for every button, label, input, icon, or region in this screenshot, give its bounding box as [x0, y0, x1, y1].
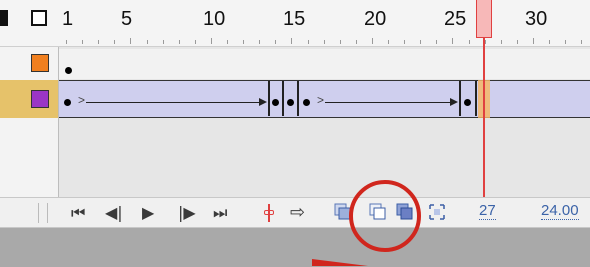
- ruler-tick: [178, 40, 180, 44]
- loop-icon[interactable]: ⇨: [290, 202, 305, 224]
- ruler-tick: [355, 40, 357, 44]
- ruler-tick: [581, 40, 583, 44]
- keyframe-dot[interactable]: [464, 99, 471, 106]
- keyframe-dot[interactable]: [303, 99, 310, 106]
- ruler-tick: [82, 40, 84, 44]
- tween-arrow-icon: [450, 98, 458, 106]
- resize-grip[interactable]: [38, 203, 48, 223]
- ruler-label-25: 25: [444, 8, 467, 30]
- scroll-handle[interactable]: [0, 10, 8, 26]
- playhead-handle[interactable]: [476, 0, 492, 38]
- layer-row-2-frames[interactable]: > >: [59, 80, 590, 118]
- ruler-tick: [549, 40, 550, 44]
- tween-marker-icon: >: [317, 93, 325, 107]
- keyframe-dot[interactable]: [287, 99, 294, 106]
- frame-divider: [475, 81, 477, 116]
- ruler-label-30: 30: [525, 8, 548, 30]
- ruler-tick: [516, 40, 518, 44]
- outline-toggle-icon[interactable]: [31, 10, 47, 26]
- tween-arrow-icon: [259, 98, 267, 106]
- frame-divider: [459, 81, 461, 116]
- ruler-tick: [291, 38, 293, 44]
- ruler-tick: [388, 40, 389, 44]
- modify-markers-icon[interactable]: [428, 203, 446, 221]
- ruler-tick: [532, 38, 534, 44]
- keyframe-dot[interactable]: [65, 67, 72, 74]
- ruler-tick: [243, 40, 245, 44]
- layer-row-1-frames[interactable]: [59, 49, 590, 79]
- ruler-tick: [500, 40, 502, 44]
- ruler-tick: [436, 40, 438, 44]
- timeline-toolbar: ⏮ ◀︎| ▶ |▶ ⏭ ⇨ 27 24.00: [0, 197, 590, 228]
- ruler-tick: [98, 40, 100, 44]
- ruler-tick: [275, 40, 277, 44]
- ruler-tick: [420, 40, 422, 44]
- center-frame-icon-cap: [264, 210, 274, 215]
- keyframe-dot[interactable]: [272, 99, 279, 106]
- tween-line: [325, 102, 452, 103]
- ruler-tick: [307, 40, 309, 44]
- ruler-label-15: 15: [283, 8, 306, 30]
- ruler-tick: [339, 40, 341, 44]
- ruler-tick: [146, 40, 148, 44]
- ruler-tick: [452, 38, 454, 44]
- ruler-tick: [162, 40, 164, 44]
- ruler-tick: [323, 40, 325, 44]
- selected-layer-row[interactable]: [0, 80, 58, 118]
- ruler-label-1: 1: [62, 8, 74, 30]
- tween-marker-icon: >: [78, 93, 86, 107]
- frame-divider: [297, 81, 299, 116]
- play-icon[interactable]: ▶: [142, 202, 154, 224]
- go-to-last-frame-icon[interactable]: ⏭: [213, 202, 227, 224]
- current-frame-field[interactable]: 27: [479, 202, 496, 220]
- frame-divider: [268, 81, 270, 116]
- ruler-tick: [194, 40, 196, 44]
- ruler-tick: [565, 40, 567, 44]
- ruler-tick: [371, 38, 373, 44]
- ruler-tick: [404, 40, 406, 44]
- stage-bottom-bar: [0, 228, 590, 267]
- ruler-label-20: 20: [364, 8, 387, 30]
- keyframe-dot[interactable]: [64, 99, 71, 106]
- ruler-tick: [130, 38, 132, 44]
- ruler-tick: [210, 38, 212, 44]
- ruler-tick: [259, 40, 261, 44]
- annotation-circle: [349, 180, 421, 252]
- ruler-tick: [468, 40, 470, 44]
- frame-divider: [282, 81, 284, 116]
- ruler-label-5: 5: [121, 8, 133, 30]
- ruler-tick: [227, 40, 228, 44]
- ruler-label-10: 10: [203, 8, 226, 30]
- ruler-tick: [114, 40, 116, 44]
- frame-rate-field[interactable]: 24.00: [541, 202, 579, 220]
- tween-line: [86, 102, 261, 103]
- layer-color-icon-orange[interactable]: [31, 54, 49, 72]
- timeline-ruler[interactable]: 1 5 10 15 20 25 30: [0, 0, 590, 47]
- ruler-tick: [66, 40, 67, 44]
- layer-color-icon-purple[interactable]: [31, 90, 49, 108]
- step-back-icon[interactable]: ◀︎|: [105, 202, 123, 224]
- annotation-arrow: [312, 259, 368, 266]
- go-to-first-frame-icon[interactable]: ⏮: [71, 202, 85, 224]
- layer-column: [0, 47, 59, 197]
- step-forward-icon[interactable]: |▶: [178, 202, 196, 224]
